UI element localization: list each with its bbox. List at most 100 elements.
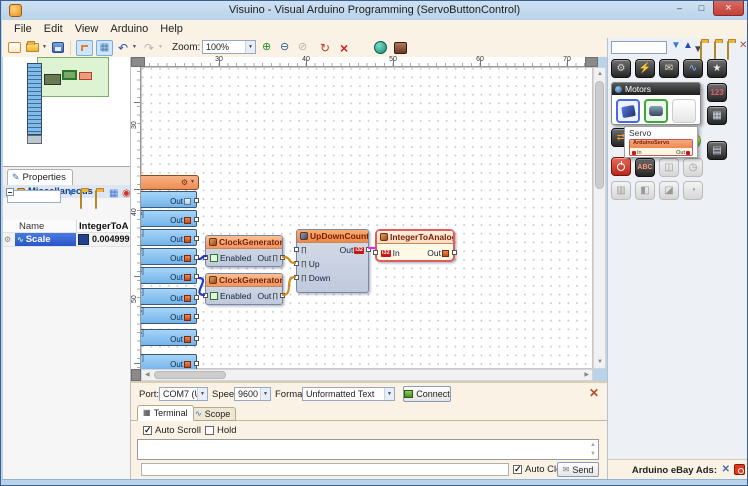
category-power-button[interactable]: ⚡ xyxy=(635,59,655,78)
category-magic-button[interactable]: ★ xyxy=(707,59,727,78)
vertical-scroll-thumb[interactable] xyxy=(595,81,604,189)
terminal-scroll-down-icon[interactable]: ▼ xyxy=(590,451,596,457)
pin-connector[interactable] xyxy=(194,295,199,300)
servo-component-button[interactable] xyxy=(616,99,640,123)
board-pin-row[interactable]: 0]Out xyxy=(141,210,197,227)
property-row-scale[interactable]: ⚙ ∿ Scale 0.0049999998882 xyxy=(3,233,130,247)
category-hardware-button[interactable]: ⚙ xyxy=(611,59,631,78)
in-input-connector[interactable] xyxy=(373,250,378,255)
new-project-button[interactable] xyxy=(8,40,21,55)
scale-edit-button[interactable] xyxy=(78,234,89,245)
zoom-fit-button[interactable]: ⊘ xyxy=(298,40,307,55)
board-pin-row[interactable]: 6]Out xyxy=(141,329,197,346)
expand-all-icon[interactable] xyxy=(714,42,716,60)
pin-connector[interactable] xyxy=(194,198,199,203)
port-combo[interactable]: COM7 (Unav▼ xyxy=(159,387,208,401)
open-dropdown[interactable]: ▼ xyxy=(42,40,47,55)
category-numbers-button[interactable]: 123 xyxy=(707,83,727,102)
undo-dropdown[interactable]: ▼ xyxy=(132,40,137,55)
board-pin-row[interactable]: 4]Out xyxy=(141,288,197,305)
send-input[interactable] xyxy=(141,463,509,476)
terminal-scroll-up-icon[interactable]: ▲ xyxy=(590,442,596,448)
menu-view[interactable]: View xyxy=(71,23,107,35)
enabled-input-connector[interactable] xyxy=(203,255,208,260)
speed-combo[interactable]: 9600▼ xyxy=(234,387,271,401)
zoom-out-button[interactable]: ⊖ xyxy=(280,40,289,55)
upload-button[interactable] xyxy=(394,40,407,55)
toolbox-search-input[interactable] xyxy=(611,41,667,54)
board-pin-row[interactable]: 1]Out xyxy=(141,229,197,246)
save-button[interactable] xyxy=(52,40,64,55)
expand-folder-icon[interactable] xyxy=(80,191,82,209)
board-header[interactable]: ⚙ ▼ xyxy=(141,175,199,190)
board-pin-row[interactable]: 3]Out xyxy=(141,267,197,284)
filter-icon[interactable]: ▼ xyxy=(671,41,681,51)
tab-properties[interactable]: ✎ Properties xyxy=(7,169,73,185)
board-pin-row[interactable]: 5]Out xyxy=(141,307,197,324)
scroll-down-icon[interactable]: ▼ xyxy=(597,359,603,365)
up-input-connector[interactable] xyxy=(294,261,299,266)
help-button[interactable] xyxy=(374,40,387,55)
new-sketch-icon[interactable] xyxy=(700,42,702,60)
grid-toggle-button[interactable]: ▦ xyxy=(96,40,113,56)
enabled-input-connector[interactable] xyxy=(203,293,208,298)
scroll-left-icon[interactable]: ◀ xyxy=(145,372,150,378)
terminal-output[interactable]: ▲ ▼ xyxy=(137,439,599,460)
board-pin-row[interactable]: ]Out xyxy=(141,191,197,208)
motors-header[interactable]: Motors xyxy=(612,83,700,95)
close-button[interactable]: × xyxy=(713,1,744,16)
collapse-all-icon[interactable] xyxy=(727,42,729,60)
tab-terminal[interactable]: ▦ Terminal xyxy=(137,405,194,421)
properties-filter-input[interactable] xyxy=(7,190,61,203)
canvas-vertical-scrollbar[interactable]: ▲ ▼ xyxy=(593,67,606,369)
property-row-name[interactable]: Name IntegerToAnalog1 xyxy=(3,220,130,233)
component-clockgenerator2[interactable]: ClockGenerator2 Enabled Out∏ xyxy=(205,273,283,305)
scroll-right-icon[interactable]: ▶ xyxy=(584,372,589,378)
category-documents-button[interactable]: ✉ xyxy=(659,59,679,78)
category-math-button[interactable]: ▦ xyxy=(707,106,727,125)
out-output-connector[interactable] xyxy=(280,293,285,298)
filter-icon[interactable]: ▼ xyxy=(66,189,76,199)
reset-input-connector[interactable] xyxy=(294,247,299,252)
send-button[interactable]: ✉ Send xyxy=(557,462,599,477)
component-updowncounter1[interactable]: UpDownCounter1 ∏ Outi32 ∏ Up ∏ Down xyxy=(296,229,369,293)
redo-dropdown[interactable]: ▼ xyxy=(158,40,163,55)
pin-panel-icon[interactable]: ◉ xyxy=(122,189,131,199)
menu-help[interactable]: Help xyxy=(156,23,191,35)
zoom-in-button[interactable]: ⊕ xyxy=(262,40,271,55)
board-pin-row[interactable]: 7]Out xyxy=(141,354,197,369)
component-arduino-board[interactable]: ⚙ ▼ ]Out 0]Out 1]Out 2]Out 3]Out 4]Out 5… xyxy=(141,175,199,190)
category-wireless-button[interactable]: ∿ xyxy=(683,59,703,78)
pin-connector[interactable] xyxy=(194,336,199,341)
minimize-button[interactable]: – xyxy=(669,1,690,16)
pin-connector[interactable] xyxy=(194,314,199,319)
maximize-button[interactable]: □ xyxy=(691,1,712,16)
auto-clear-checkbox[interactable] xyxy=(513,465,522,474)
menu-edit[interactable]: Edit xyxy=(40,23,71,35)
down-input-connector[interactable] xyxy=(294,275,299,280)
scale-selected-cell[interactable]: ∿ Scale xyxy=(15,233,76,246)
category-text-button[interactable]: ABC xyxy=(635,158,655,177)
tools-icon[interactable]: ✕ xyxy=(739,41,747,51)
menu-arduino[interactable]: Arduino xyxy=(106,23,156,35)
redo-button[interactable]: ↷ xyxy=(144,40,154,55)
format-combo[interactable]: Unformatted Text▼ xyxy=(302,387,395,401)
open-project-button[interactable] xyxy=(26,40,39,55)
refresh-button[interactable]: ↻ xyxy=(320,40,330,55)
category-keyboard-button[interactable]: ▤ xyxy=(707,141,727,160)
minimap[interactable] xyxy=(3,57,130,167)
category-power-control-button[interactable] xyxy=(611,157,631,176)
hold-checkbox[interactable] xyxy=(205,426,214,435)
zoom-combo[interactable]: 100%▼ xyxy=(202,40,256,54)
snap-toggle-button[interactable] xyxy=(76,40,93,56)
board-dropdown-icon[interactable]: ▼ xyxy=(190,180,195,185)
pin-connector[interactable] xyxy=(194,236,199,241)
wizard-icon[interactable]: ▲ xyxy=(683,41,693,51)
pin-connector[interactable] xyxy=(194,217,199,222)
collapse-icon[interactable] xyxy=(6,188,14,196)
property-scale-value[interactable]: 0.0049999998882 xyxy=(92,234,130,244)
board-pin-row[interactable]: 2]Out xyxy=(141,248,197,265)
ads-stop-icon[interactable] xyxy=(734,464,745,475)
menu-file[interactable]: File xyxy=(10,23,40,35)
property-name-value[interactable]: IntegerToAnalog1 xyxy=(79,221,129,232)
